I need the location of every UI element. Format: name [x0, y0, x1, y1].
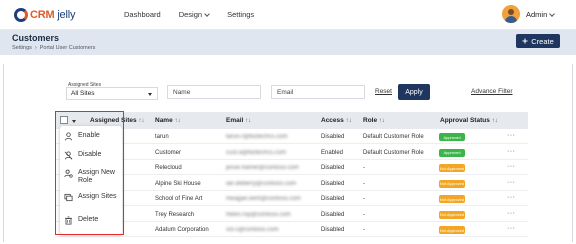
app-logo[interactable]: CRM jelly — [14, 7, 75, 23]
cell-email: ian.deberry@contoso.com — [226, 180, 297, 187]
cell-name: Alpine Ski House — [155, 180, 201, 187]
cell-email: tarun.r@biztechcs.com — [226, 134, 288, 140]
status-badge: Not Approved — [439, 179, 465, 188]
cell-access: Disabled — [321, 227, 345, 233]
cell-email: helen.roy@contoso.com — [226, 211, 291, 218]
page-header — [0, 30, 576, 55]
logo-icon — [14, 8, 28, 22]
cell-role: Default Customer Role — [363, 149, 424, 156]
cell-name: tarun — [155, 134, 169, 140]
column-access[interactable]: Access ↑↓ — [321, 117, 352, 124]
cell-name: Adatum Corporation — [155, 227, 209, 233]
cell-access: Disabled — [321, 211, 345, 218]
row-actions-button[interactable]: ··· — [507, 179, 516, 186]
create-button[interactable]: Create — [516, 34, 560, 48]
row-actions-button[interactable]: ··· — [507, 148, 516, 155]
breadcrumb-separator: › — [34, 45, 37, 51]
cell-role: Default Customer Role — [363, 134, 424, 140]
reset-link[interactable]: Reset — [375, 88, 392, 95]
status-badge: Approved — [439, 133, 465, 141]
cell-access: Disabled — [321, 196, 345, 202]
status-badge: Not Approved — [439, 226, 465, 234]
cell-access: Enabled — [321, 149, 344, 156]
cell-email: cust.a@biztechcs.com — [226, 149, 287, 156]
cell-name: School of Fine Art — [155, 196, 203, 202]
cell-role: - — [363, 165, 365, 171]
breadcrumb: Settings › Portal User Customers — [12, 45, 95, 51]
email-filter-input[interactable]: Email — [271, 85, 365, 99]
status-badge: Not Approved — [439, 164, 465, 172]
nav-dashboard[interactable]: Dashboard — [124, 10, 161, 19]
cell-access: Disabled — [321, 180, 345, 187]
chevron-down-icon — [204, 10, 210, 17]
nav-settings[interactable]: Settings — [227, 10, 254, 19]
chevron-down-icon — [549, 10, 556, 17]
cell-access: Disabled — [321, 134, 345, 140]
column-email[interactable]: Email ↑↓ — [226, 117, 251, 124]
status-badge: Not Approved — [439, 195, 465, 203]
column-name[interactable]: Name ↑↓ — [155, 117, 181, 124]
column-role[interactable]: Role ↑↓ — [363, 117, 385, 124]
status-badge: Not Approved — [439, 210, 465, 219]
row-actions-button[interactable]: ··· — [507, 210, 516, 217]
breadcrumb-settings[interactable]: Settings — [12, 45, 32, 51]
caret-down-icon — [148, 93, 152, 96]
cell-name: Customer — [155, 149, 182, 156]
cell-email: jesse.hamer@contoso.com — [226, 165, 299, 171]
cell-name: Trey Research — [155, 211, 195, 218]
row-actions-button[interactable]: ··· — [507, 225, 516, 232]
cell-role: - — [363, 180, 365, 187]
cell-access: Disabled — [321, 165, 345, 171]
cell-role: - — [363, 227, 365, 233]
row-actions-button[interactable]: ··· — [507, 132, 516, 139]
row-actions-button[interactable]: ··· — [507, 194, 516, 201]
row-actions-button[interactable]: ··· — [507, 163, 516, 170]
cell-name: Relecloud — [155, 165, 182, 171]
nav-design[interactable]: Design — [179, 10, 210, 19]
column-approval-status[interactable]: Approval Status ↑↓ — [440, 117, 498, 124]
cell-role: - — [363, 211, 365, 218]
page-title: Customers — [12, 33, 60, 43]
status-badge: Approved — [439, 148, 465, 157]
assigned-sites-select[interactable]: All Sites — [66, 87, 158, 100]
plus-icon — [522, 38, 528, 44]
cell-email: sol.s@contoso.com — [226, 227, 279, 233]
advance-filter-link[interactable]: Advance Filter — [471, 88, 513, 95]
avatar[interactable] — [502, 5, 520, 23]
cell-email: meagan.kent@contoso.com — [226, 196, 301, 202]
apply-button[interactable]: Apply — [398, 84, 430, 100]
user-menu[interactable]: Admin — [526, 10, 556, 19]
cell-role: - — [363, 196, 365, 202]
logo-text: CRM jelly — [30, 9, 76, 21]
highlight-box — [55, 111, 124, 235]
name-filter-input[interactable]: Name — [167, 85, 261, 99]
breadcrumb-current: Portal User Customers — [39, 45, 96, 51]
main-nav: Dashboard Design Settings — [124, 10, 254, 19]
top-navbar — [0, 0, 576, 30]
